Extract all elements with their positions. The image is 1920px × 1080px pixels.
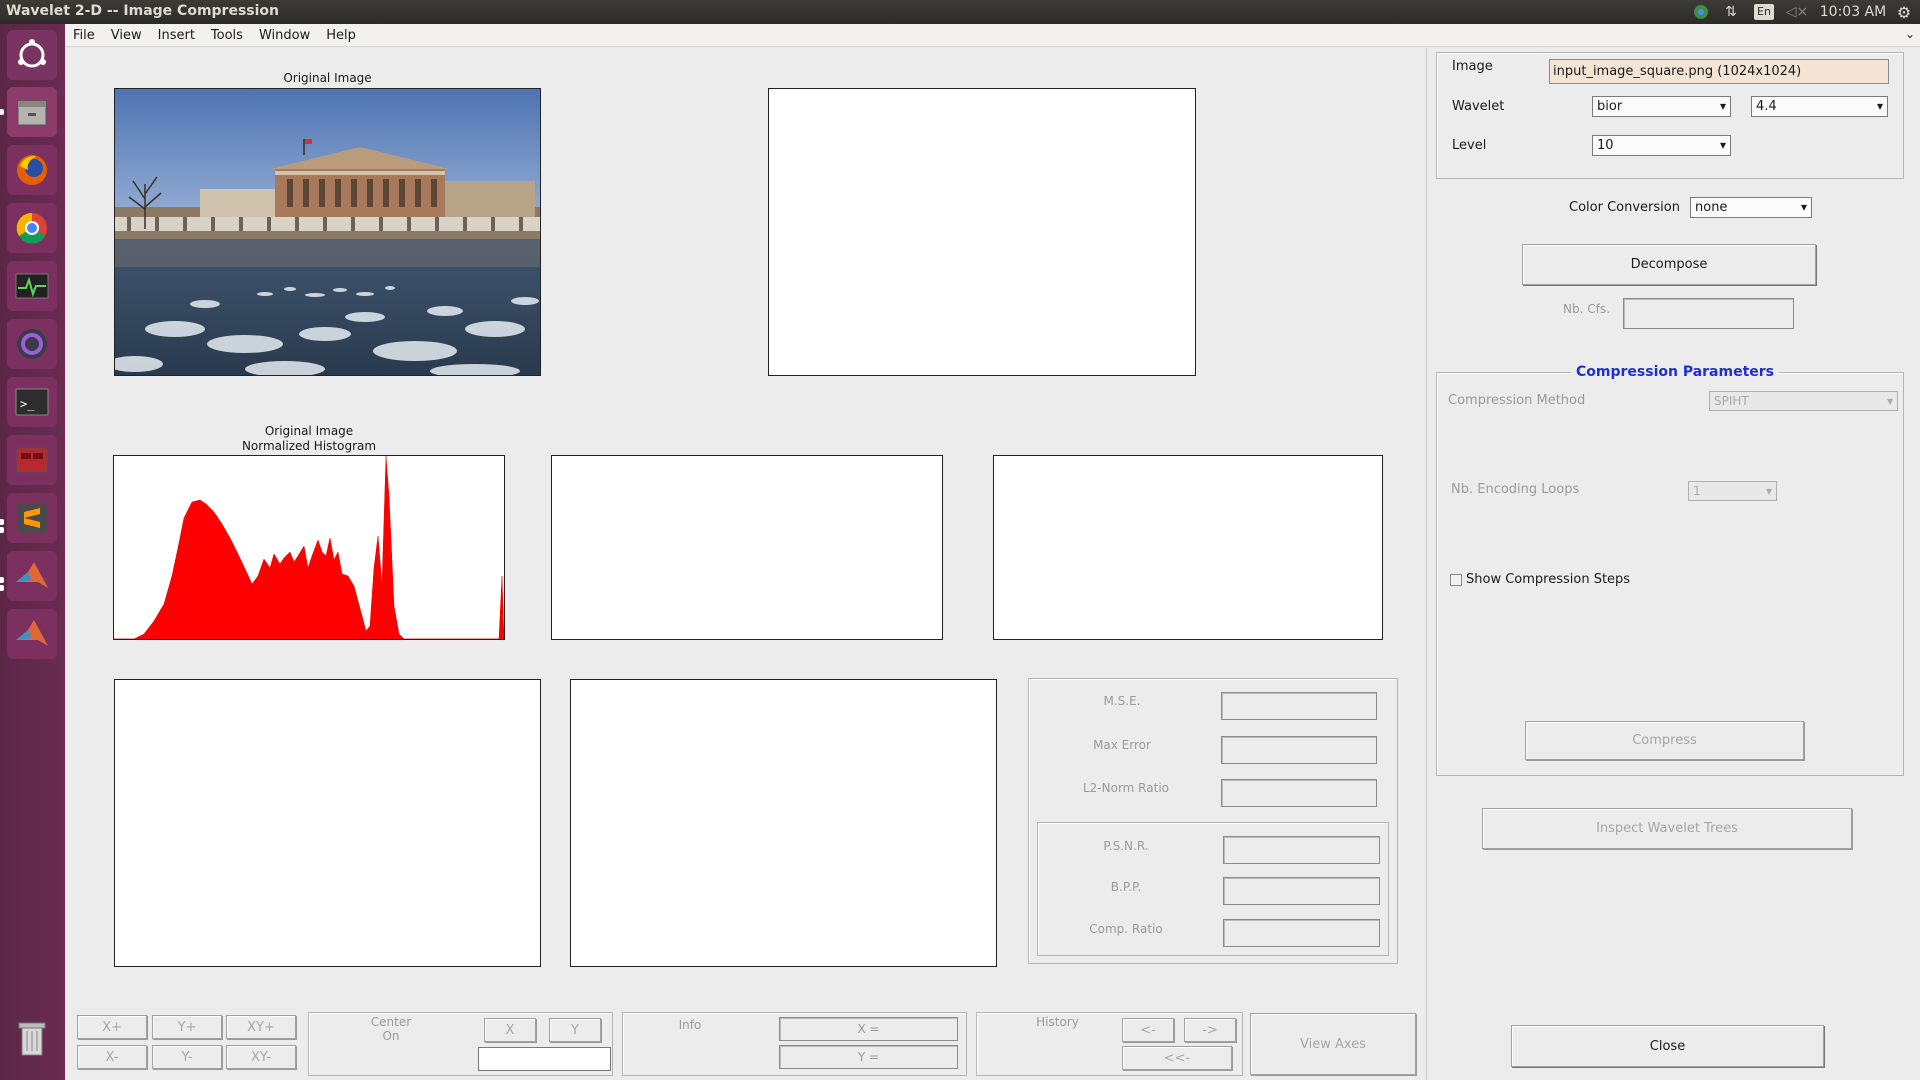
- show-steps-checkbox[interactable]: [1450, 574, 1462, 586]
- obs-icon[interactable]: [7, 319, 57, 369]
- image-name-field: input_image_square.png (1024x1024): [1549, 59, 1889, 84]
- l2-norm-ratio-field: [1221, 779, 1377, 807]
- y-plus-button[interactable]: Y+: [152, 1015, 222, 1039]
- info-y-field: Y =: [779, 1045, 958, 1069]
- compress-button[interactable]: Compress: [1525, 721, 1804, 760]
- xy-plus-button[interactable]: XY+: [226, 1015, 296, 1039]
- compression-parameters-title: Compression Parameters: [1571, 364, 1780, 380]
- chrome-tray-icon[interactable]: [1690, 2, 1712, 22]
- xy-minus-button[interactable]: XY-: [226, 1045, 296, 1069]
- close-button[interactable]: Close: [1511, 1025, 1824, 1067]
- wavelet-family-select[interactable]: bior: [1592, 96, 1731, 117]
- max-error-label: Max Error: [1093, 738, 1151, 752]
- encoding-loops-select[interactable]: 1: [1688, 481, 1777, 501]
- center-x-button[interactable]: X: [484, 1018, 536, 1042]
- history-reset-button[interactable]: <<-: [1122, 1046, 1232, 1070]
- trash-icon[interactable]: [7, 1014, 57, 1064]
- encoding-loops-label: Nb. Encoding Loops: [1451, 482, 1580, 497]
- compression-method-select[interactable]: SPIHT: [1709, 391, 1898, 411]
- mse-field: [1221, 692, 1377, 720]
- image-label: Image: [1452, 59, 1493, 74]
- files-icon[interactable]: [7, 87, 57, 137]
- l2-norm-ratio-label: L2-Norm Ratio: [1082, 781, 1169, 795]
- histogram-axes[interactable]: [113, 455, 505, 640]
- x-plus-button[interactable]: X+: [77, 1015, 147, 1039]
- original-image-title: Original Image: [283, 71, 372, 85]
- view-axes-button[interactable]: View Axes: [1250, 1013, 1416, 1075]
- center-label: Center: [370, 1015, 412, 1029]
- clock[interactable]: 10:03 AM: [1818, 2, 1888, 22]
- wavelet-number-select[interactable]: 4.4: [1751, 96, 1888, 117]
- on-label: On: [382, 1029, 400, 1043]
- red-app-icon[interactable]: [7, 435, 57, 485]
- original-image-axes[interactable]: [114, 88, 541, 376]
- nb-cfs-label: Nb. Cfs.: [1563, 302, 1610, 316]
- system-monitor-icon[interactable]: [7, 261, 57, 311]
- decompose-button[interactable]: Decompose: [1522, 244, 1816, 285]
- compressed-histogram-axes[interactable]: [551, 455, 943, 640]
- menu-view[interactable]: View: [103, 28, 150, 43]
- histogram-title: Original Image Normalized Histogram: [113, 424, 505, 454]
- difference-image-axes[interactable]: [570, 679, 997, 967]
- menu-tools[interactable]: Tools: [203, 28, 251, 43]
- menu-file[interactable]: File: [65, 28, 103, 43]
- histogram-title-line2: Normalized Histogram: [241, 439, 377, 453]
- terminal-icon[interactable]: >_: [7, 377, 57, 427]
- matlab-icon[interactable]: [7, 609, 57, 659]
- psnr-field: [1223, 836, 1380, 864]
- color-conversion-label: Color Conversion: [1569, 200, 1680, 215]
- gear-icon[interactable]: ⚙: [1892, 2, 1916, 22]
- window-title: Wavelet 2-D -- Image Compression: [6, 3, 279, 19]
- menu-insert[interactable]: Insert: [150, 28, 203, 43]
- chrome-icon[interactable]: [7, 203, 57, 253]
- top-panel: Wavelet 2-D -- Image Compression ⇅ En ◁×…: [0, 0, 1920, 24]
- history-label: History: [1036, 1015, 1079, 1029]
- matlab-icon[interactable]: [7, 551, 57, 601]
- inspect-wavelet-trees-button[interactable]: Inspect Wavelet Trees: [1482, 808, 1852, 849]
- color-conversion-select[interactable]: none: [1690, 197, 1812, 218]
- compressed-image-axes[interactable]: [114, 679, 541, 967]
- network-icon[interactable]: ⇅: [1720, 2, 1742, 22]
- center-on-label: Center On: [360, 1015, 422, 1043]
- residual-histogram-axes[interactable]: [993, 455, 1383, 640]
- original-image: [115, 89, 540, 375]
- menu-help[interactable]: Help: [318, 28, 364, 43]
- decomposition-axes[interactable]: [768, 88, 1196, 376]
- history-forward-button[interactable]: ->: [1184, 1018, 1236, 1042]
- launcher: >_: [0, 24, 65, 1080]
- ubuntu-dash-icon[interactable]: [7, 30, 57, 80]
- info-x-field: X =: [779, 1017, 958, 1041]
- compression-method-label: Compression Method: [1448, 393, 1586, 408]
- center-on-input[interactable]: [478, 1047, 611, 1071]
- histogram-plot: [114, 456, 504, 639]
- max-error-field: [1221, 736, 1377, 764]
- history-back-button[interactable]: <-: [1122, 1018, 1174, 1042]
- comp-ratio-field: [1223, 919, 1380, 947]
- svg-text:>_: >_: [20, 397, 35, 411]
- wavelet-label: Wavelet: [1452, 99, 1505, 114]
- menu-bar: File View Insert Tools Window Help: [65, 24, 1920, 47]
- keyboard-icon[interactable]: En: [1752, 2, 1776, 22]
- x-minus-button[interactable]: X-: [77, 1045, 147, 1069]
- info-label: Info: [678, 1018, 702, 1032]
- menu-overflow-icon[interactable]: ⌄: [1905, 27, 1915, 41]
- bpp-label: B.P.P.: [1110, 880, 1142, 894]
- volume-muted-icon[interactable]: ◁×: [1786, 2, 1809, 22]
- menu-window[interactable]: Window: [251, 28, 318, 43]
- sublime-text-icon[interactable]: [7, 493, 57, 543]
- mse-label: M.S.E.: [1103, 694, 1141, 708]
- comp-ratio-label: Comp. Ratio: [1089, 922, 1163, 936]
- bpp-field: [1223, 877, 1380, 905]
- center-y-button[interactable]: Y: [549, 1018, 601, 1042]
- psnr-label: P.S.N.R.: [1103, 839, 1149, 853]
- y-minus-button[interactable]: Y-: [152, 1045, 222, 1069]
- level-label: Level: [1452, 138, 1487, 153]
- firefox-icon[interactable]: [7, 145, 57, 195]
- histogram-title-line1: Original Image: [264, 424, 354, 438]
- nb-cfs-field: [1623, 298, 1794, 329]
- level-select[interactable]: 10: [1592, 135, 1731, 156]
- show-steps-label: Show Compression Steps: [1466, 572, 1631, 587]
